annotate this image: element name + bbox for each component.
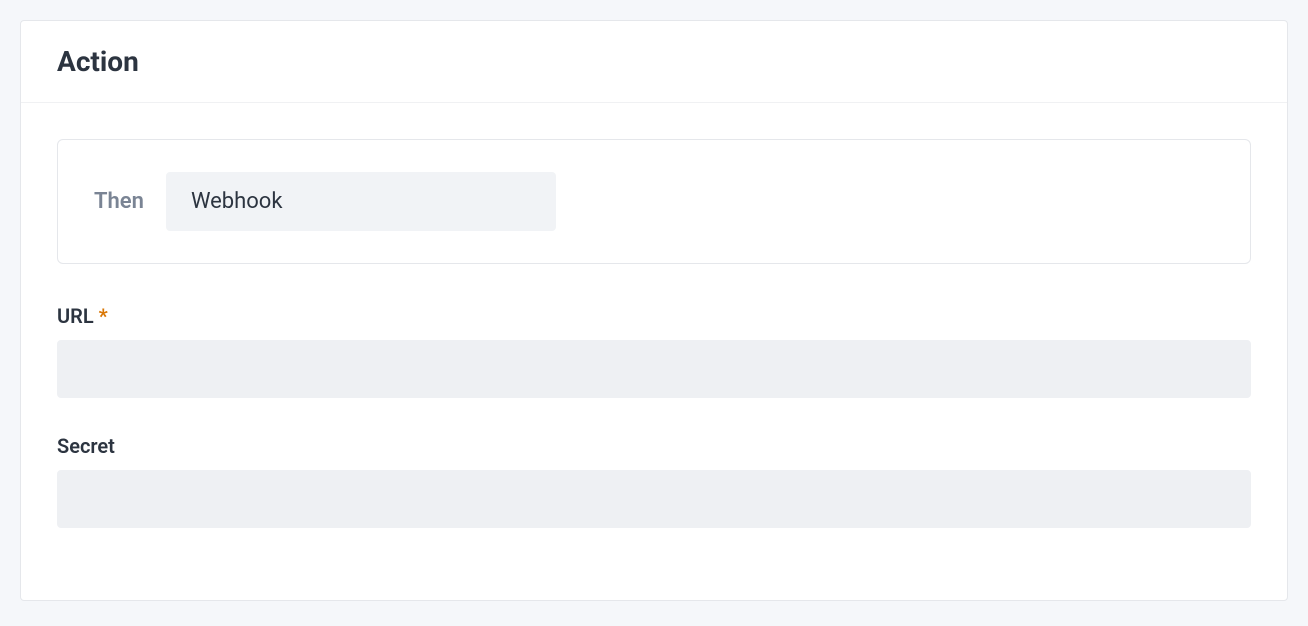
secret-input[interactable]	[57, 470, 1251, 528]
required-asterisk: *	[99, 304, 108, 328]
action-type-select[interactable]: Webhook	[166, 172, 556, 231]
url-label-text: URL	[57, 304, 94, 328]
action-card: Action Then Webhook URL * Secret	[20, 20, 1288, 601]
card-header: Action	[21, 21, 1287, 103]
url-label: URL *	[57, 304, 1251, 328]
then-label: Then	[94, 189, 144, 214]
secret-label: Secret	[57, 434, 1251, 458]
card-body: Then Webhook URL * Secret	[21, 103, 1287, 600]
url-input[interactable]	[57, 340, 1251, 398]
section-title: Action	[57, 45, 1251, 78]
action-rule-box: Then Webhook	[57, 139, 1251, 264]
secret-label-text: Secret	[57, 434, 115, 458]
secret-form-group: Secret	[57, 434, 1251, 528]
url-form-group: URL *	[57, 304, 1251, 398]
